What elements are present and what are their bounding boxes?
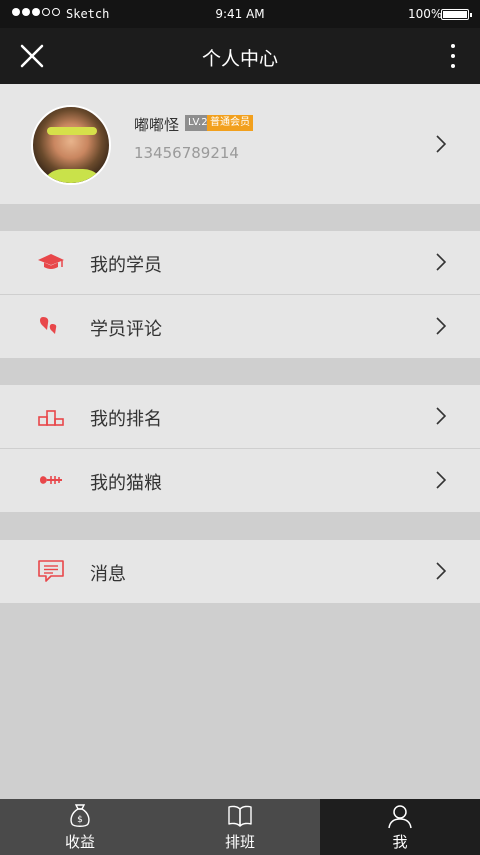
chevron-right-icon [436,135,446,153]
heart-comment-icon [40,317,57,334]
chevron-right-icon [436,471,446,489]
avatar[interactable] [31,105,111,185]
tab-label: 排班 [224,833,255,851]
chevron-right-icon [436,317,446,335]
chevron-right-icon [436,562,446,580]
user-icon [388,805,412,829]
profile-name: 嘟嘟怪 [134,116,180,134]
chevron-right-icon [436,407,446,425]
menu-item-label: 我的学员 [90,255,162,276]
menu-item-reviews[interactable]: 学员评论 [0,295,480,358]
status-bar: Sketch 9:41 AM 100% [0,0,480,28]
money-bag-icon: $ [70,804,90,827]
membership-badge: 普通会员 [207,115,253,131]
profile-phone: 13456789214 [134,144,239,162]
podium-icon [38,410,64,426]
menu-item-label: 学员评论 [90,319,162,340]
menu-item-ranking[interactable]: 我的排名 [0,385,480,448]
tab-bar: $ 收益 排班 我 [0,799,480,855]
chevron-right-icon [436,253,446,271]
message-icon [38,560,64,582]
menu-item-label: 我的猫粮 [90,473,162,494]
menu-item-students[interactable]: 我的学员 [0,231,480,294]
menu-item-label: 消息 [90,564,126,585]
more-options-icon[interactable] [444,42,462,70]
open-book-icon [228,805,252,827]
menu-item-cat-food[interactable]: 我的猫粮 [0,449,480,512]
tab-label: 收益 [64,833,95,851]
battery-percent: 100% [408,7,443,21]
page-title: 个人中心 [201,48,278,70]
menu-item-label: 我的排名 [90,409,162,430]
svg-text:$: $ [77,815,83,825]
tab-income[interactable]: $ 收益 [0,799,160,855]
tab-schedule[interactable]: 排班 [160,799,320,855]
menu-item-messages[interactable]: 消息 [0,540,480,603]
profile-card[interactable] [0,84,480,204]
fish-bone-icon [40,476,62,484]
nav-bar: 个人中心 [0,28,480,84]
tab-me[interactable]: 我 [320,799,480,855]
graduation-cap-icon [38,254,64,269]
tab-label: 我 [392,833,408,851]
battery-icon [441,9,472,20]
